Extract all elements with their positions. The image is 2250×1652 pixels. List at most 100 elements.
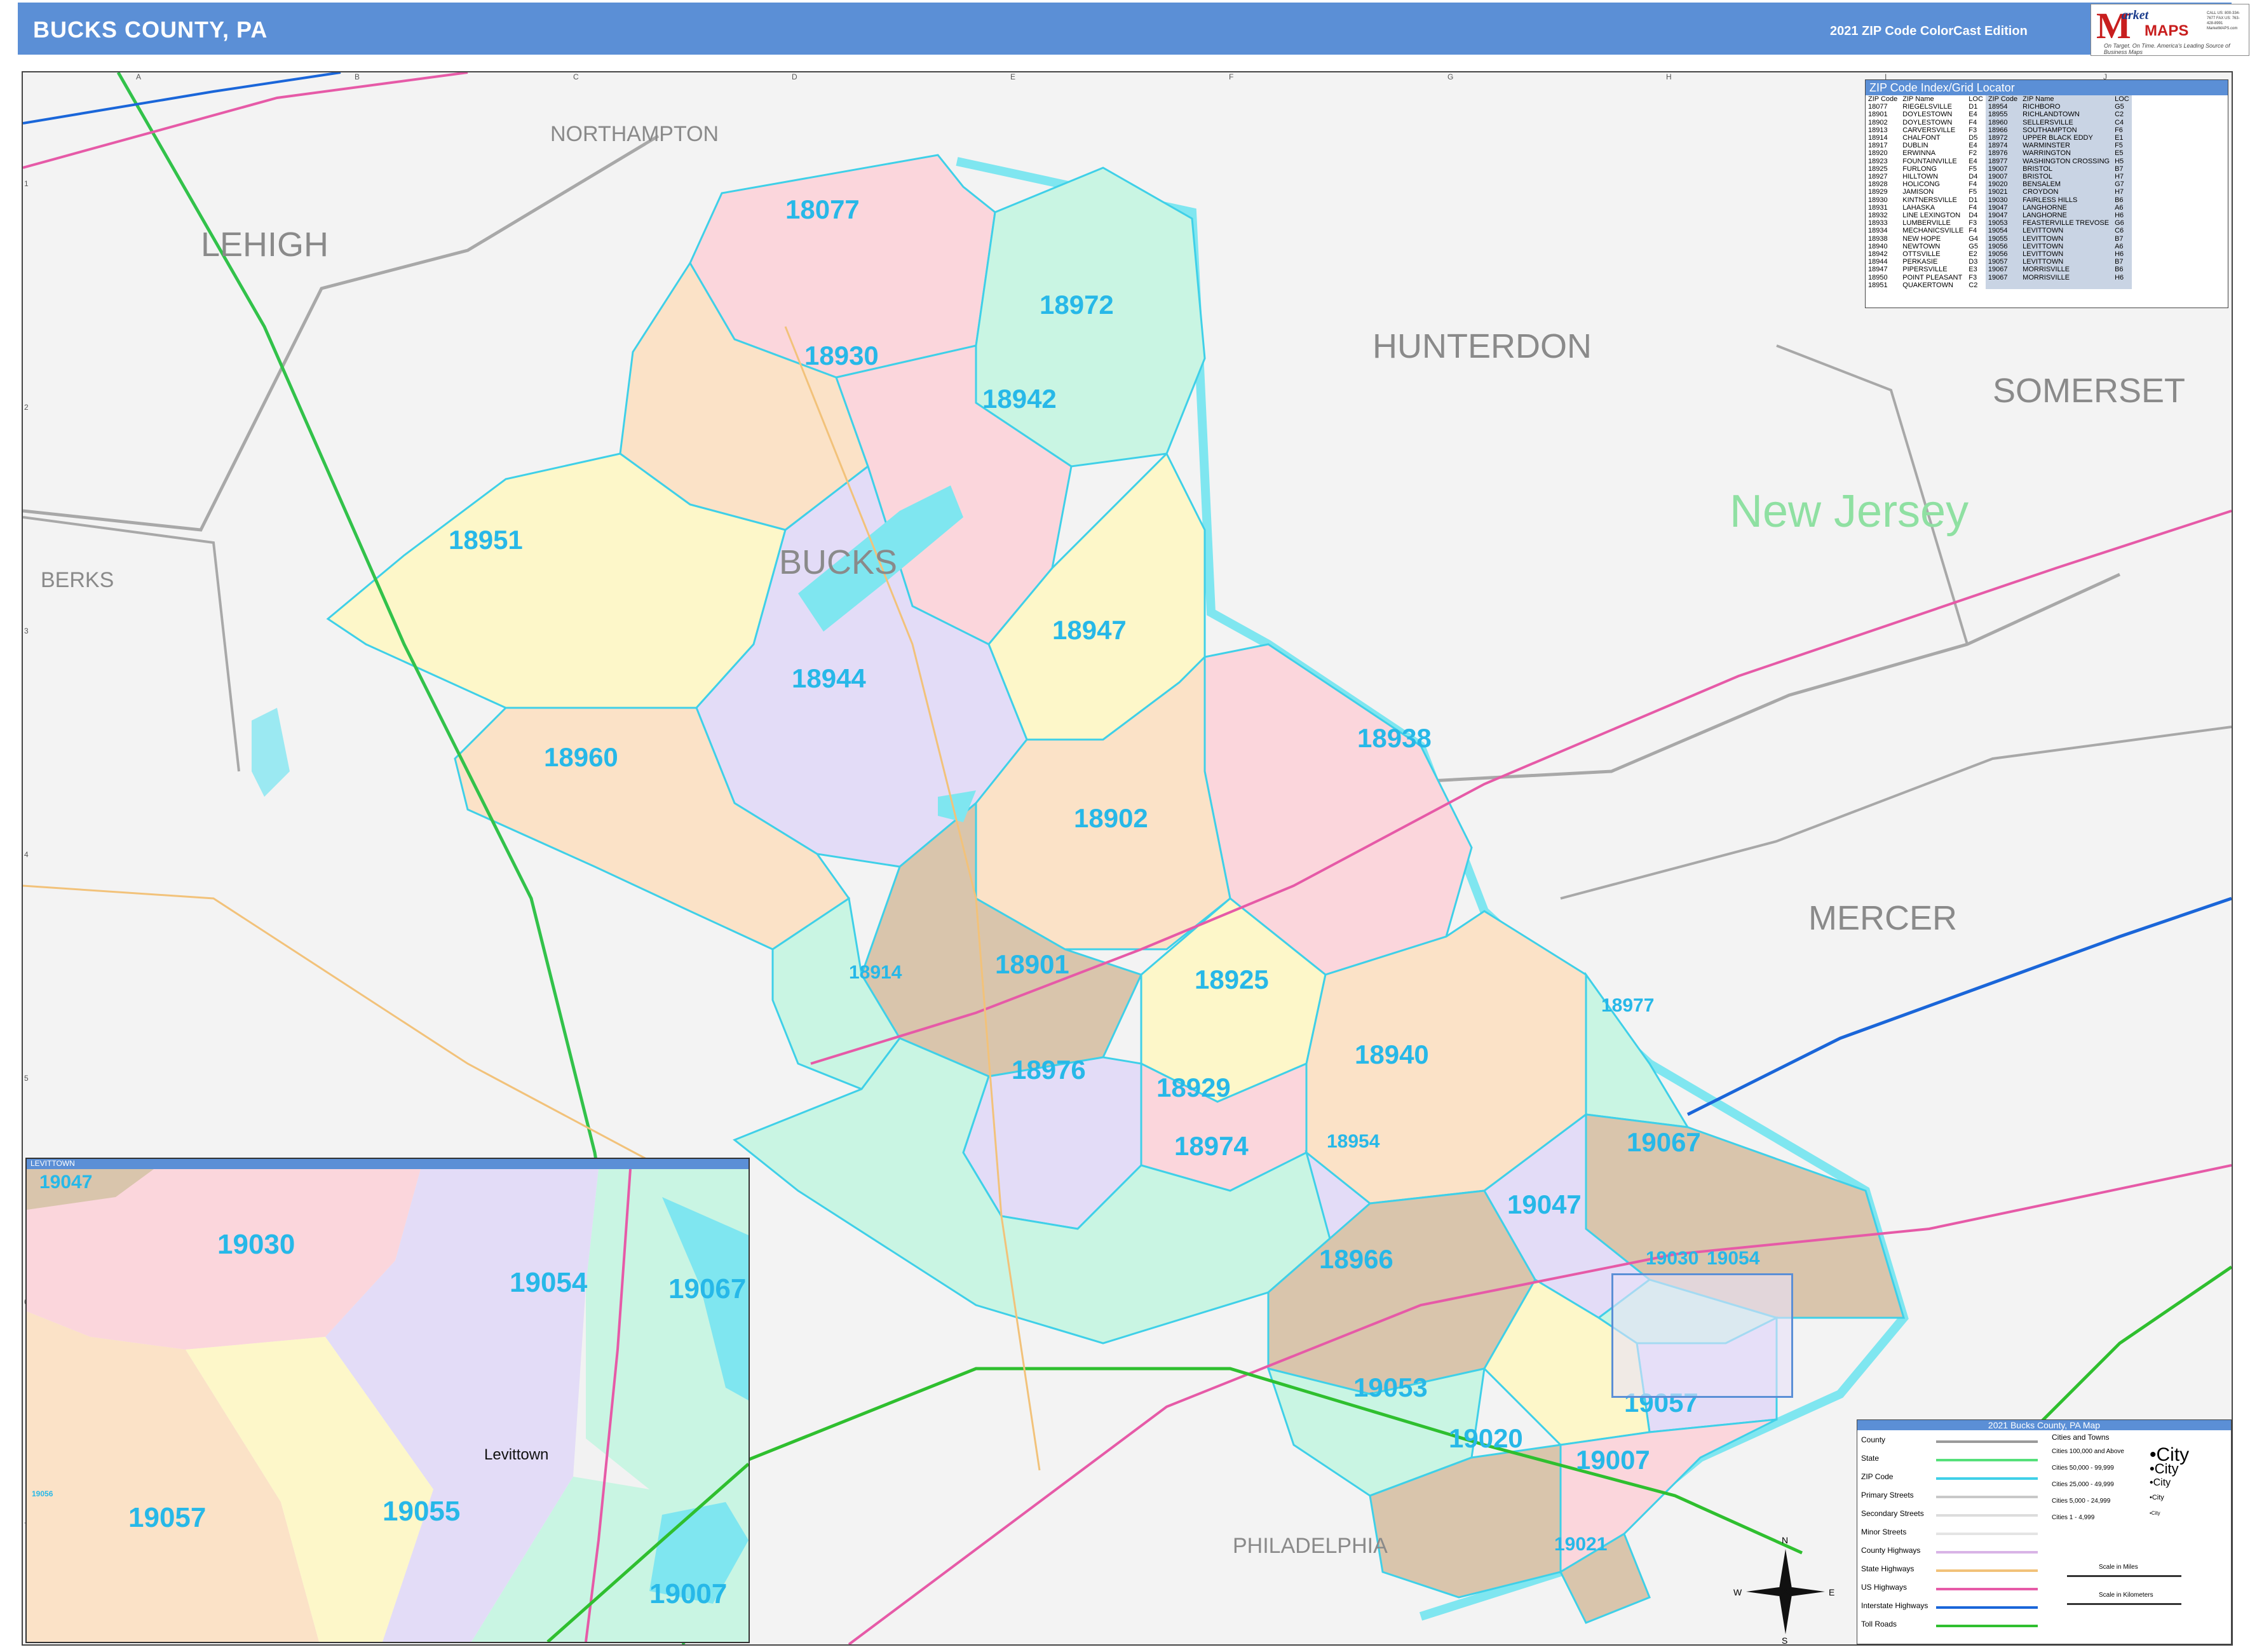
zip-index-cell: E5 [2112,149,2132,158]
zip-index-cell: F6 [2112,126,2132,135]
inset-locator-box [1611,1273,1793,1398]
inset-zip-19057: 19057 [128,1502,207,1533]
zip-index-cell: RIEGELSVILLE [1902,103,1952,111]
legend-item-label: Interstate Highways [1861,1601,1928,1610]
zip-index-row: 18927 HILLTOWN D4 19007 BRISTOL H7 [1866,173,2132,181]
legend-title: 2021 Bucks County, PA Map [1857,1420,2231,1430]
zip-index-cell: 18955 [1985,111,2021,119]
zip-index-row: 18951 QUAKERTOWN C2 [1866,281,2132,290]
zip-index-cell: H7 [2112,188,2132,196]
legend-item-label: State Highways [1861,1564,1915,1573]
zip-index-cell: 19030 [1985,196,2021,204]
zip-index-row: 18917 DUBLIN E4 18974 WARMINSTER F5 [1866,142,2132,150]
zip-index-header-row: ZIP Code ZIP Name LOC ZIP Code ZIP Name LOC [1866,95,2132,104]
zip-index-cell: 18944 [1868,258,1888,266]
inset-title: LEVITTOWN [27,1159,749,1169]
grid-row-2: 2 [24,403,29,412]
zip-index-row: 18902 DOYLESTOWN F4 18960 SELLERSVILLE C4 [1866,118,2132,126]
county-label-mercer: MERCER [1808,899,1958,937]
inset-zip-19056: 19056 [32,1489,53,1498]
county-label-bucks: BUCKS [779,543,898,581]
logo-contact: CALL US: 800-334-7677 FAX US: 763-428-89… [2207,11,2240,30]
zip-index-cell: KINTNERSVILLE [1902,196,1957,204]
zip-label-18077: 18077 [785,194,860,224]
zip-index-cell: MORRISVILLE [2020,266,2113,274]
zip-index-cell: 18928 [1868,180,1888,189]
zip-index-cell: F3 [1969,273,1977,281]
zip-index-cell: BRISTOL [2020,173,2113,181]
legend-cities-title: Cities and Towns [2052,1433,2110,1442]
legend-city-range: Cities 25,000 - 49,999 [2052,1481,2114,1488]
levittown-inset[interactable]: LEVITTOWN 19047 19030 19054 19067 19057 … [25,1158,750,1643]
zip-index-cell: LANGHORNE [2020,212,2113,220]
zip-label-19053: 19053 [1353,1372,1428,1402]
zip-label-19054: 19054 [1707,1248,1760,1269]
zip-index-cell: 18901 [1868,111,1888,119]
zip-index-cell: PERKASIE [1902,258,1938,266]
grid-col-a: A [136,72,142,81]
zip-index-cell: 18934 [1868,227,1888,235]
zip-label-19047: 19047 [1507,1189,1582,1219]
zip-index-cell: 18940 [1868,242,1888,250]
zip-index-cell: 19067 [1985,273,2021,281]
legend-item-label: County Highways [1861,1546,1921,1555]
inset-canvas [27,1168,749,1642]
zip-index-cell: H6 [2112,273,2132,281]
zip-index-cell: 18977 [1985,157,2021,165]
zip-index-cell: F5 [1969,188,1977,196]
zip-index-cell: H6 [2112,212,2132,220]
compass-n: N [1782,1535,1789,1545]
zip-index-cell: RICHBORO [2020,103,2113,111]
zip-index-cell: 19057 [1985,258,2021,266]
grid-row-5: 5 [24,1074,29,1083]
zip-index-cell: QUAKERTOWN [1902,281,1953,289]
zip-index-cell: 18927 [1868,173,1888,181]
legend-scale-miles-bar [2067,1575,2181,1577]
compass-s: S [1782,1635,1788,1646]
county-label-somerset: SOMERSET [1993,372,2186,410]
zip-index-row: 18925 FURLONG F5 19007 BRISTOL B7 [1866,165,2132,173]
zip-label-18925: 18925 [1195,965,1269,994]
grid-col-c: C [573,72,579,81]
zip-label-18976: 18976 [1012,1055,1086,1085]
zip-index-row: 18934 MECHANICSVILLE F4 19054 LEVITTOWN C6 [1866,227,2132,235]
zip-index-cell: FEASTERVILLE TREVOSE [2020,219,2113,227]
zip-label-18951: 18951 [449,525,523,555]
zip-index-cell: C2 [2112,111,2132,119]
zip-index-cell: 18929 [1868,188,1888,196]
zip-index-cell: H6 [2112,250,2132,259]
legend-item-label: Toll Roads [1861,1620,1897,1628]
zip-index-row: 18950 POINT PLEASANT F3 19067 MORRISVILLE H6 [1866,273,2132,281]
zip-index-cell: CROYDON [2020,188,2113,196]
legend-city-range: Cities 1 - 4,999 [2052,1514,2095,1521]
inset-zip-19030: 19030 [217,1229,295,1260]
legend-item-swatch [1936,1551,2038,1554]
legend-item-label: Minor Streets [1861,1527,1907,1536]
zip-index-cell: JAMISON [1902,188,1934,196]
zip-index-cell: LEVITTOWN [2020,227,2113,235]
zip-index-cell: E2 [1969,250,1977,259]
zip-index-cell: G6 [2112,219,2132,227]
zip-index-row: 18914 CHALFONT D5 18972 UPPER BLACK EDDY E1 [1866,134,2132,142]
zip-index-cell: D5 [1969,134,1978,142]
zip-index-cell: 18923 [1868,157,1888,165]
compass-icon [1746,1549,1825,1634]
county-label-northampton: NORTHAMPTON [550,122,719,146]
zip-index-cell: DOYLESTOWN [1902,111,1953,119]
zip-index-cell: 19056 [1985,242,2021,251]
zip-index-cell: F4 [1969,118,1977,126]
zip-index-cell: C2 [1969,281,1978,289]
zip-label-19067: 19067 [1627,1127,1701,1157]
zip-index-row: 18947 PIPERSVILLE E3 19067 MORRISVILLE B6 [1866,266,2132,274]
zip-index-table: ZIP Code ZIP Name LOC ZIP Code ZIP Name LOC 18… [1866,95,2132,290]
zip-label-18914: 18914 [849,962,902,983]
zip-index-cell: 18947 [1868,266,1888,274]
legend-item-label: Secondary Streets [1861,1509,1924,1518]
zip-index-cell: 18902 [1868,118,1888,126]
inset-place-levittown: Levittown [484,1446,549,1463]
zip-index-cell: 18925 [1868,165,1888,173]
zip-index-cell: E4 [1969,157,1977,165]
zip-index-cell: LEVITTOWN [2020,250,2113,259]
map-title: BUCKS COUNTY, PA [33,17,268,43]
county-border-mercer [1560,726,2232,900]
